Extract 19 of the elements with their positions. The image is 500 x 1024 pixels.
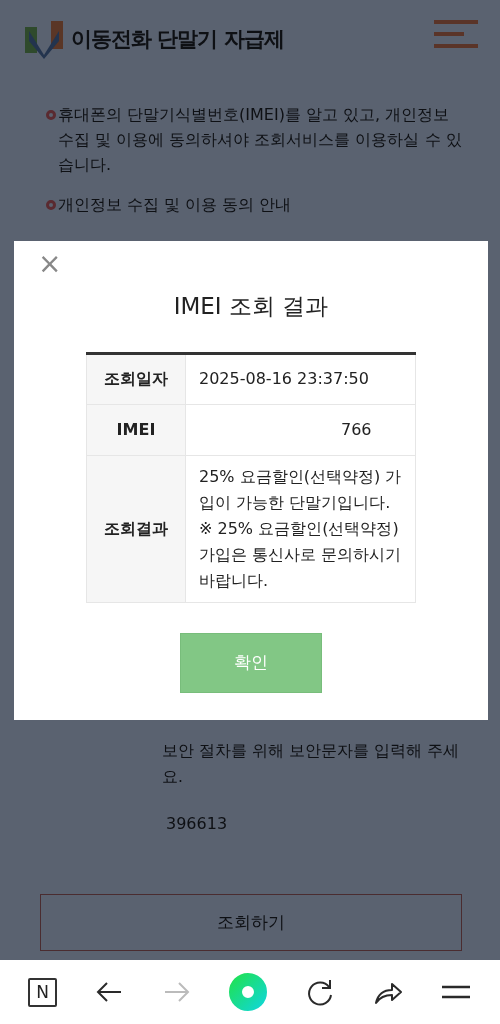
close-button[interactable]: ×: [38, 249, 62, 279]
site-title[interactable]: 이동전화 단말기 자급제: [71, 24, 284, 56]
dialog-title: IMEI 조회 결과: [172, 292, 330, 321]
notice-text: 휴대폰의 단말기식별번호(IMEI)를 알고 있고, 개인정보 수집 및 이용에 동의하셔야 조회서비스를 이용하실 수 있습니다.: [58, 104, 463, 176]
row-label: IMEI: [86, 404, 186, 455]
logo-icon: [25, 21, 63, 59]
row-value: 2025-08-16 23:37:50: [185, 353, 416, 404]
browser-logo[interactable]: N: [28, 977, 58, 1007]
row-label: 조회결과: [86, 455, 186, 602]
confirm-button[interactable]: 확인: [180, 632, 322, 693]
captcha-hint: 보안 절차를 위해 보안문자를 입력해 주세요.: [162, 741, 460, 788]
bullet-icon: [46, 110, 56, 120]
bullet-icon: [46, 200, 56, 210]
row-value: 766: [185, 404, 416, 455]
row-value: 25% 요금할인(선택약정) 가입이 가능한 단말기입니다. ※ 25% 요금할인(선택약정) 가입은 통신사로 문의하시기 바랍니다.: [185, 455, 416, 602]
notice-text: 개인정보 수집 및 이용 동의 안내: [58, 194, 292, 216]
row-label: 조회일자: [86, 353, 186, 404]
search-button[interactable]: 조회하기: [40, 894, 462, 951]
captcha-code: 396613: [166, 813, 229, 835]
